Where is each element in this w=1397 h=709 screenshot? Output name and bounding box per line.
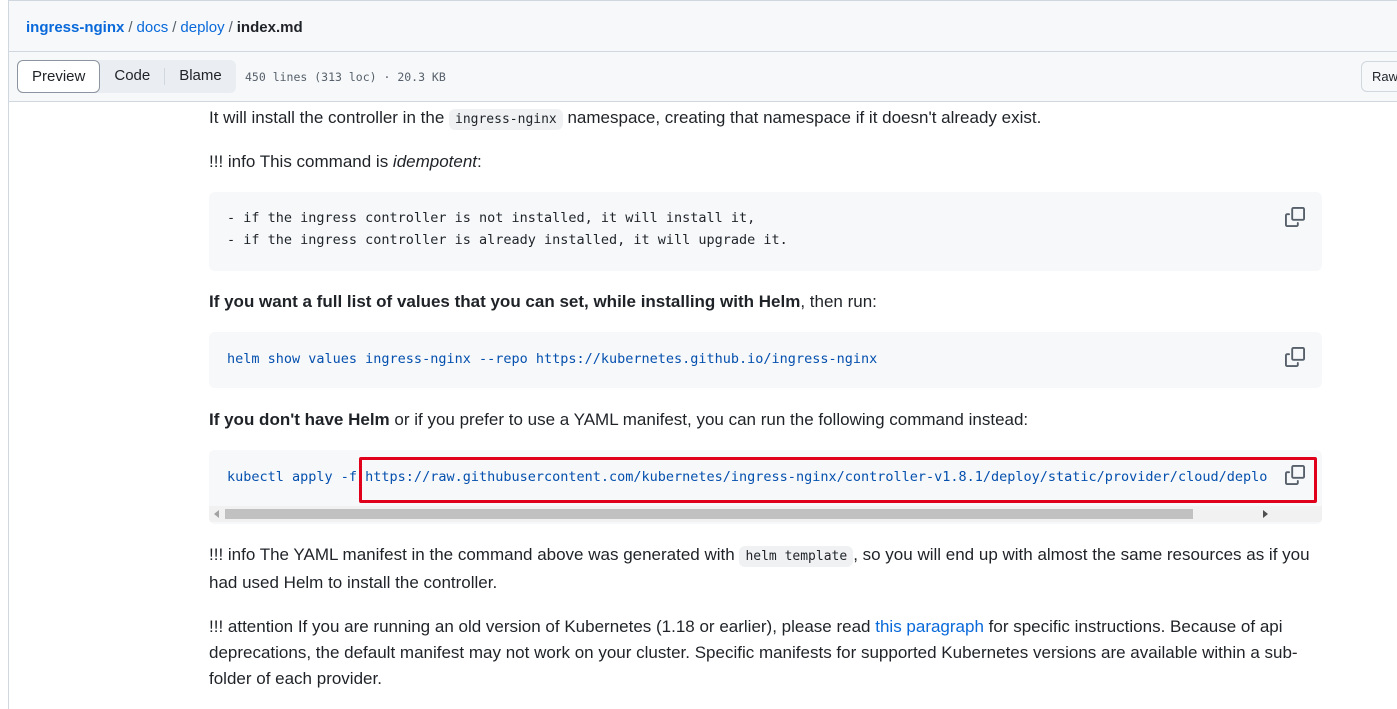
tab-blame[interactable]: Blame [165, 60, 236, 93]
text: : [477, 152, 482, 171]
text: !!! info This command is [209, 152, 393, 171]
breadcrumb-separator: / [172, 19, 177, 36]
file-toolbar: Preview Code Blame 450 lines (313 loc) ·… [9, 52, 1397, 102]
horizontal-scrollbar[interactable] [209, 506, 1322, 522]
paragraph-idempotent-info: !!! info This command is idempotent: [209, 149, 482, 175]
bold-text: If you don't have Helm [209, 410, 390, 429]
emphasis-idempotent: idempotent [392, 152, 478, 171]
this-paragraph-link[interactable]: this paragraph [875, 617, 984, 636]
file-viewer: ingress-nginx / docs / deploy / index.md Previ… [8, 0, 1397, 709]
breadcrumb: ingress-nginx / docs / deploy / index.md [26, 19, 303, 36]
code-block-idempotent: - if the ingress controller is not insta… [209, 192, 1322, 271]
breadcrumb-bar: ingress-nginx / docs / deploy / index.md [9, 1, 1397, 52]
text: , then run: [800, 292, 877, 311]
copy-icon[interactable] [1285, 347, 1305, 367]
text: or if you prefer to use a YAML manifest,… [389, 410, 1029, 429]
text: !!! info The YAML manifest in the comman… [209, 545, 740, 564]
scrollbar-thumb[interactable] [225, 509, 1193, 519]
raw-button[interactable]: Raw [1361, 61, 1397, 92]
code-block-helm-show-values: helm show values ingress-nginx --repo ht… [209, 332, 1322, 388]
scroll-right-arrow-icon[interactable] [1263, 510, 1268, 518]
code-line: helm show values ingress-nginx --repo ht… [227, 351, 878, 367]
tab-preview[interactable]: Preview [17, 60, 101, 93]
text: !!! attention If you are running an old … [209, 617, 876, 636]
code-line: - if the ingress controller is not insta… [227, 210, 756, 226]
paragraph-old-kubernetes-attention: !!! attention If you are running an old … [209, 614, 1319, 692]
paragraph-helm-template-info: !!! info The YAML manifest in the comman… [209, 542, 1319, 596]
tab-code[interactable]: Code [100, 60, 164, 93]
breadcrumb-current-file: index.md [236, 19, 303, 36]
paragraph-helm-values: If you want a full list of values that y… [209, 289, 877, 315]
view-mode-switch: Preview Code Blame [17, 60, 236, 93]
highlight-annotation-box [359, 457, 1317, 503]
file-stats: 450 lines (313 loc) · 20.3 KB [245, 70, 446, 84]
breadcrumb-separator: / [228, 19, 233, 36]
paragraph-install-namespace: It will install the controller in the in… [209, 105, 1041, 133]
text: namespace, creating that namespace if it… [562, 108, 1042, 127]
inline-code-helm-template: helm template [739, 546, 854, 567]
bold-text: If you want a full list of values that y… [209, 292, 801, 311]
scroll-left-arrow-icon[interactable] [214, 510, 219, 518]
breadcrumb-repo-link[interactable]: ingress-nginx [26, 19, 124, 36]
code-line: - if the ingress controller is already i… [227, 232, 788, 248]
copy-icon[interactable] [1285, 207, 1305, 227]
inline-code-namespace: ingress-nginx [449, 109, 563, 130]
breadcrumb-docs-link[interactable]: docs [137, 19, 169, 36]
text: It will install the controller in the [209, 108, 449, 127]
breadcrumb-separator: / [128, 19, 133, 36]
paragraph-yaml-manifest: If you don't have Helm or if you prefer … [209, 407, 1028, 433]
breadcrumb-deploy-link[interactable]: deploy [180, 19, 224, 36]
